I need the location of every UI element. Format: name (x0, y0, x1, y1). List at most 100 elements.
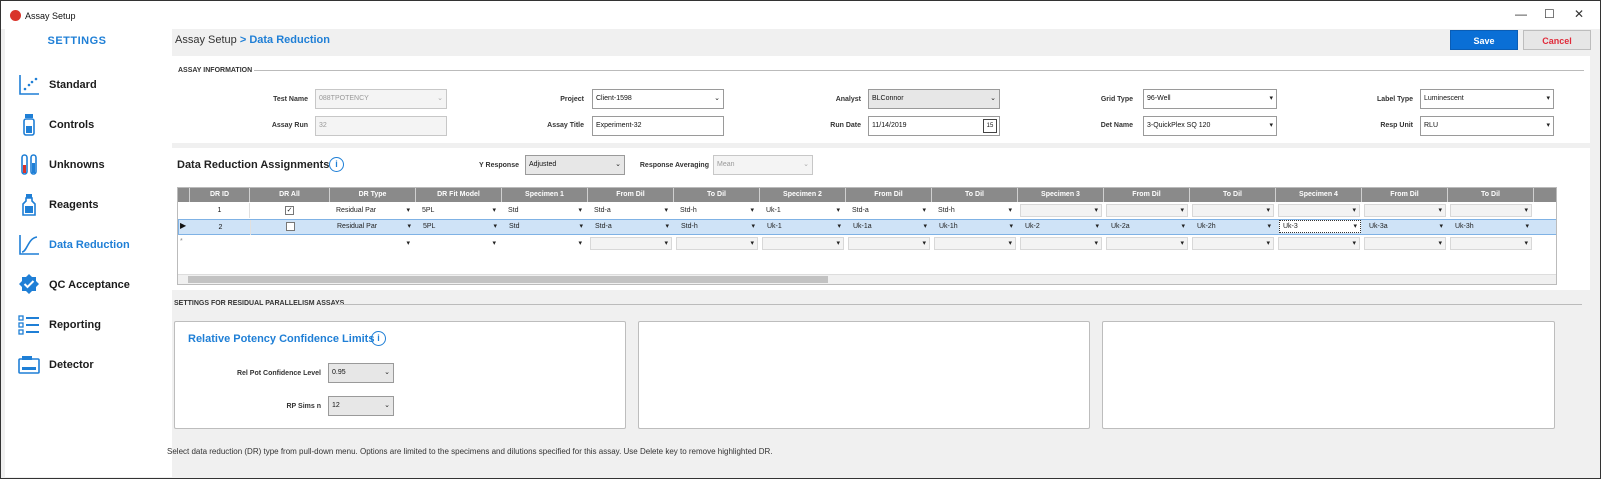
specimen-2-select[interactable]: Uk-1 ▾ (763, 220, 845, 233)
assay-title-input[interactable]: Experiment-32 (592, 116, 724, 136)
grid-type-select[interactable]: 96-Well ▾ (1143, 89, 1277, 109)
specimen-1-to-dil-select[interactable]: Std-h ▾ (677, 220, 759, 233)
specimen-2-from-dil-select[interactable]: Uk-1a ▾ (849, 220, 931, 233)
label-type-select[interactable]: Luminescent ▾ (1420, 89, 1554, 109)
caret-down-icon: ▾ (1438, 240, 1442, 247)
column-header[interactable]: To Dil (1448, 188, 1534, 202)
info-icon[interactable]: i (371, 331, 386, 346)
specimen-1-select[interactable]: ▾ (504, 237, 586, 250)
column-header[interactable]: From Dil (1362, 188, 1448, 202)
dr-all-checkbox[interactable]: ✓ (285, 206, 294, 215)
specimen-3-select[interactable]: Uk-2 ▾ (1021, 220, 1103, 233)
label-type-label: Label Type (1376, 96, 1413, 103)
specimen-4-to-dil-select[interactable]: Uk-3h ▾ (1451, 220, 1533, 233)
resp-unit-select[interactable]: RLU ▾ (1420, 116, 1554, 136)
column-header[interactable]: DR Type (330, 188, 416, 202)
rel-pot-confidence-level-select[interactable]: 0.95 ⌄ (328, 363, 394, 383)
info-icon[interactable]: i (329, 157, 344, 172)
specimen-4-from-dil-select[interactable]: Uk-3a ▾ (1365, 220, 1447, 233)
save-button[interactable]: Save (1450, 30, 1518, 50)
column-header[interactable]: DR ID (190, 188, 250, 202)
caret-down-icon: ▾ (923, 223, 927, 230)
sidebar-item-label: Unknowns (49, 159, 105, 171)
sidebar-item-label: QC Acceptance (49, 279, 130, 291)
dr-type-select[interactable]: Residual Par ▾ (332, 204, 414, 217)
sidebar-item-detector[interactable]: Detector (15, 353, 165, 379)
det-name-select[interactable]: 3-QuickPlex SQ 120 ▾ (1143, 116, 1277, 136)
caret-down-icon: ▾ (1094, 240, 1098, 247)
dr-type-select[interactable]: Residual Par ▾ (333, 220, 415, 233)
column-header[interactable]: From Dil (846, 188, 932, 202)
sidebar-item-data-reduction[interactable]: Data Reduction (15, 233, 165, 259)
new-table-row[interactable]: * ▾ ▾ ▾ ▾ ▾ ▾ ▾ ▾ ▾ ▾ ▾ ▾ ▾ ▾ (178, 236, 1556, 252)
cancel-button[interactable]: Cancel (1523, 30, 1591, 50)
specimen-1-from-dil-select[interactable]: Std-a ▾ (591, 220, 673, 233)
minimize-button[interactable]: — (1515, 7, 1527, 21)
rp-sims-n-select[interactable]: 12 ⌄ (328, 396, 394, 416)
status-hint-text: Select data reduction (DR) type from pul… (167, 447, 773, 456)
sidebar-item-qc-acceptance[interactable]: QC Acceptance (15, 273, 165, 299)
specimen-2-from-dil-select[interactable]: Std-a ▾ (848, 204, 930, 217)
table-row[interactable]: ▶ 2 Residual Par ▾ 5PL ▾ Std ▾ Std-a ▾ Std-h… (178, 219, 1556, 235)
column-header[interactable]: To Dil (932, 188, 1018, 202)
breadcrumb: Assay Setup > Data Reduction (175, 34, 330, 46)
sidebar-item-reagents[interactable]: Reagents (15, 193, 165, 219)
caret-down-icon: ▾ (1438, 207, 1442, 214)
specimen-4-select[interactable]: Uk-3 ▾ (1279, 220, 1361, 233)
to-dil-select: ▾ (934, 237, 1016, 250)
empty-settings-card (1102, 321, 1555, 429)
dr-id-cell: 2 (191, 220, 251, 235)
app-logo-icon (10, 10, 21, 21)
from-dil-select: ▾ (590, 237, 672, 250)
scrollbar-thumb[interactable] (188, 276, 828, 283)
dr-type-select[interactable]: ▾ (332, 237, 414, 250)
specimen-3-from-dil-select[interactable]: Uk-2a ▾ (1107, 220, 1189, 233)
run-date-input[interactable]: 11/14/2019 15 (868, 116, 1000, 136)
breadcrumb-parent[interactable]: Assay Setup (175, 34, 237, 46)
sidebar-item-controls[interactable]: Controls (15, 113, 165, 139)
y-response-select[interactable]: Adjusted ⌄ (525, 155, 625, 175)
dr-all-checkbox[interactable] (286, 222, 295, 231)
dr-fit-model-select[interactable]: 5PL ▾ (419, 220, 501, 233)
column-header[interactable]: Specimen 4 (1276, 188, 1362, 202)
test-name-select: 088TPOTENCY ⌄ (315, 89, 447, 109)
sidebar-item-standard[interactable]: Standard (15, 73, 165, 99)
close-button[interactable]: ✕ (1574, 7, 1584, 21)
specimen-3-to-dil-select[interactable]: Uk-2h ▾ (1193, 220, 1275, 233)
specimen-2-select[interactable]: Uk-1 ▾ (762, 204, 844, 217)
column-header[interactable]: DR All (250, 188, 330, 202)
specimen-4-select: ▾ (1278, 237, 1360, 250)
specimen-1-from-dil-select[interactable]: Std-a ▾ (590, 204, 672, 217)
column-header[interactable]: Specimen 2 (760, 188, 846, 202)
column-header[interactable]: From Dil (1104, 188, 1190, 202)
specimen-1-select[interactable]: Std ▾ (505, 220, 587, 233)
scatter-chart-icon (19, 75, 39, 95)
analyst-select[interactable]: BLConnor ⌄ (868, 89, 1000, 109)
dr-fit-model-select[interactable]: 5PL ▾ (418, 204, 500, 217)
dr-fit-model-select[interactable]: ▾ (418, 237, 500, 250)
column-header[interactable]: Specimen 1 (502, 188, 588, 202)
column-header[interactable]: To Dil (1190, 188, 1276, 202)
column-header[interactable]: Specimen 3 (1018, 188, 1104, 202)
caret-down-icon: ▾ (1352, 240, 1356, 247)
column-header[interactable]: From Dil (588, 188, 674, 202)
horizontal-scrollbar[interactable] (178, 274, 1556, 284)
specimen-2-to-dil-select[interactable]: Uk-1h ▾ (935, 220, 1017, 233)
sidebar-item-unknowns[interactable]: Unknowns (15, 153, 165, 179)
test-tubes-icon (21, 154, 37, 175)
column-header[interactable]: To Dil (674, 188, 760, 202)
maximize-button[interactable]: ☐ (1544, 7, 1555, 21)
sidebar-item-reporting[interactable]: Reporting (15, 313, 165, 339)
table-row[interactable]: 1 ✓ Residual Par ▾ 5PL ▾ Std ▾ Std-a ▾ Std-h… (178, 203, 1556, 219)
caret-down-icon: ▾ (836, 240, 840, 247)
caret-down-icon: ▾ (1180, 207, 1184, 214)
column-header[interactable]: DR Fit Model (416, 188, 502, 202)
caret-down-icon: ▾ (664, 207, 668, 214)
specimen-1-to-dil-select[interactable]: Std-h ▾ (676, 204, 758, 217)
specimen-1-select[interactable]: Std ▾ (504, 204, 586, 217)
empty-settings-card (638, 321, 1090, 429)
calendar-icon[interactable]: 15 (983, 119, 997, 133)
caret-down-icon: ▾ (1267, 223, 1271, 230)
specimen-2-to-dil-select[interactable]: Std-h ▾ (934, 204, 1016, 217)
project-select[interactable]: Client-1598 ⌄ (592, 89, 724, 109)
